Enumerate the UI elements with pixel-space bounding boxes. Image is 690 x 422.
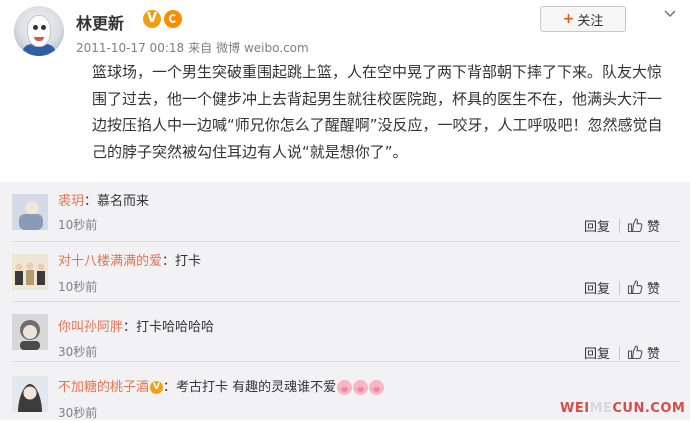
plus-icon: + — [562, 11, 575, 27]
comment-avatar[interactable] — [12, 194, 48, 230]
comment-time: 30秒前 — [58, 406, 98, 420]
comment-actions: 回复 赞 — [584, 216, 679, 236]
thumbs-up-icon[interactable] — [627, 279, 643, 295]
follow-button[interactable]: + 关注 — [540, 6, 626, 32]
thumbs-up-icon[interactable] — [627, 344, 643, 360]
verified-badge-icon: V — [150, 381, 164, 394]
watermark-part: WEI — [560, 401, 590, 416]
like-button[interactable]: 赞 — [647, 278, 660, 297]
action-divider — [619, 281, 620, 295]
post-source-prefix: 来自 — [188, 41, 213, 55]
post-meta: 2011-10-17 00:18 来自 微博 weibo.com — [76, 39, 313, 56]
comment-item: 你叫孙阿胖：打卡哈哈哈哈 30秒前 回复 赞 — [0, 302, 690, 362]
member-club-icon — [164, 10, 182, 28]
comment-avatar[interactable] — [12, 376, 48, 412]
comment-author-name[interactable]: 对十八楼满满的爱 — [58, 254, 162, 269]
comment-avatar[interactable] — [12, 254, 48, 290]
avatar-eye-left — [33, 25, 38, 30]
reply-button[interactable]: 回复 — [584, 278, 610, 297]
comment-avatar-image — [12, 376, 48, 412]
comment-text: ：打卡 — [162, 254, 202, 269]
watermark-part: ME — [589, 401, 613, 416]
like-button[interactable]: 赞 — [647, 216, 660, 235]
post-username[interactable]: 林更新 — [76, 10, 124, 34]
comment-text: ：打卡哈哈哈哈 — [123, 320, 215, 335]
reply-button[interactable]: 回复 — [584, 216, 610, 235]
avatar-eye-right — [41, 25, 46, 30]
pig-emoji-icon — [369, 380, 385, 395]
action-divider — [619, 346, 620, 360]
comment-actions: 回复 赞 — [584, 343, 679, 363]
comment-author[interactable]: 对十八楼满满的爱：打卡 — [58, 250, 201, 269]
action-divider — [619, 219, 620, 233]
avatar-face — [28, 16, 50, 46]
post-content: 篮球场，一个男生突破重围起跳上篮，人在空中晃了两下背部朝下摔了下来。队友大惊围了… — [92, 63, 663, 161]
watermark-part: CUN.COM — [612, 401, 686, 416]
comment-author[interactable]: 不加糖的桃子酒 V ：考古打卡 有趣的灵魂谁不爱 — [58, 376, 385, 395]
verified-badge-icon: V — [143, 10, 161, 28]
comment-avatar-image — [12, 314, 48, 350]
comment-author[interactable]: 裘玥：慕名而来 — [58, 190, 149, 209]
weibo-post: 林更新 V 2011-10-17 00:18 来自 微博 weibo.com + 关… — [0, 0, 690, 182]
comment-author-name[interactable]: 不加糖的桃子酒 — [58, 380, 149, 395]
pig-emoji-icon — [353, 380, 369, 395]
comment-list: 裘玥：慕名而来 10秒前 回复 赞 对十八楼满满的爱：打卡 10秒前 回复 赞 … — [0, 182, 690, 420]
comment-time: 30秒前 — [58, 345, 98, 359]
comment-text: ：考古打卡 有趣的灵魂谁不爱 — [163, 380, 337, 395]
comment-item: 裘玥：慕名而来 10秒前 回复 赞 — [0, 182, 690, 242]
comment-author-name[interactable]: 裘玥 — [58, 194, 84, 209]
pig-emoji-icon — [337, 380, 353, 395]
comment-avatar[interactable] — [12, 314, 48, 350]
user-avatar[interactable] — [14, 6, 64, 56]
comment-time: 10秒前 — [58, 280, 98, 294]
comment-text: ：慕名而来 — [84, 194, 150, 209]
thumbs-up-icon[interactable] — [627, 217, 643, 233]
comment-item: 对十八楼满满的爱：打卡 10秒前 回复 赞 — [0, 242, 690, 302]
post-date[interactable]: 2011-10-17 00:18 — [76, 41, 184, 55]
like-button[interactable]: 赞 — [647, 343, 660, 362]
comment-time: 10秒前 — [58, 218, 98, 232]
follow-label: 关注 — [577, 13, 604, 29]
post-source[interactable]: 微博 weibo.com — [216, 41, 309, 55]
comment-author-name[interactable]: 你叫孙阿胖 — [58, 320, 123, 335]
comment-actions: 回复 赞 — [584, 278, 679, 298]
comment-author[interactable]: 你叫孙阿胖：打卡哈哈哈哈 — [58, 316, 214, 335]
watermark: WEIMECUN.COM — [560, 401, 685, 416]
reply-button[interactable]: 回复 — [584, 343, 610, 362]
comment-avatar-image — [12, 194, 48, 230]
chevron-down-icon[interactable] — [662, 5, 678, 21]
comment-avatar-image — [12, 254, 48, 290]
